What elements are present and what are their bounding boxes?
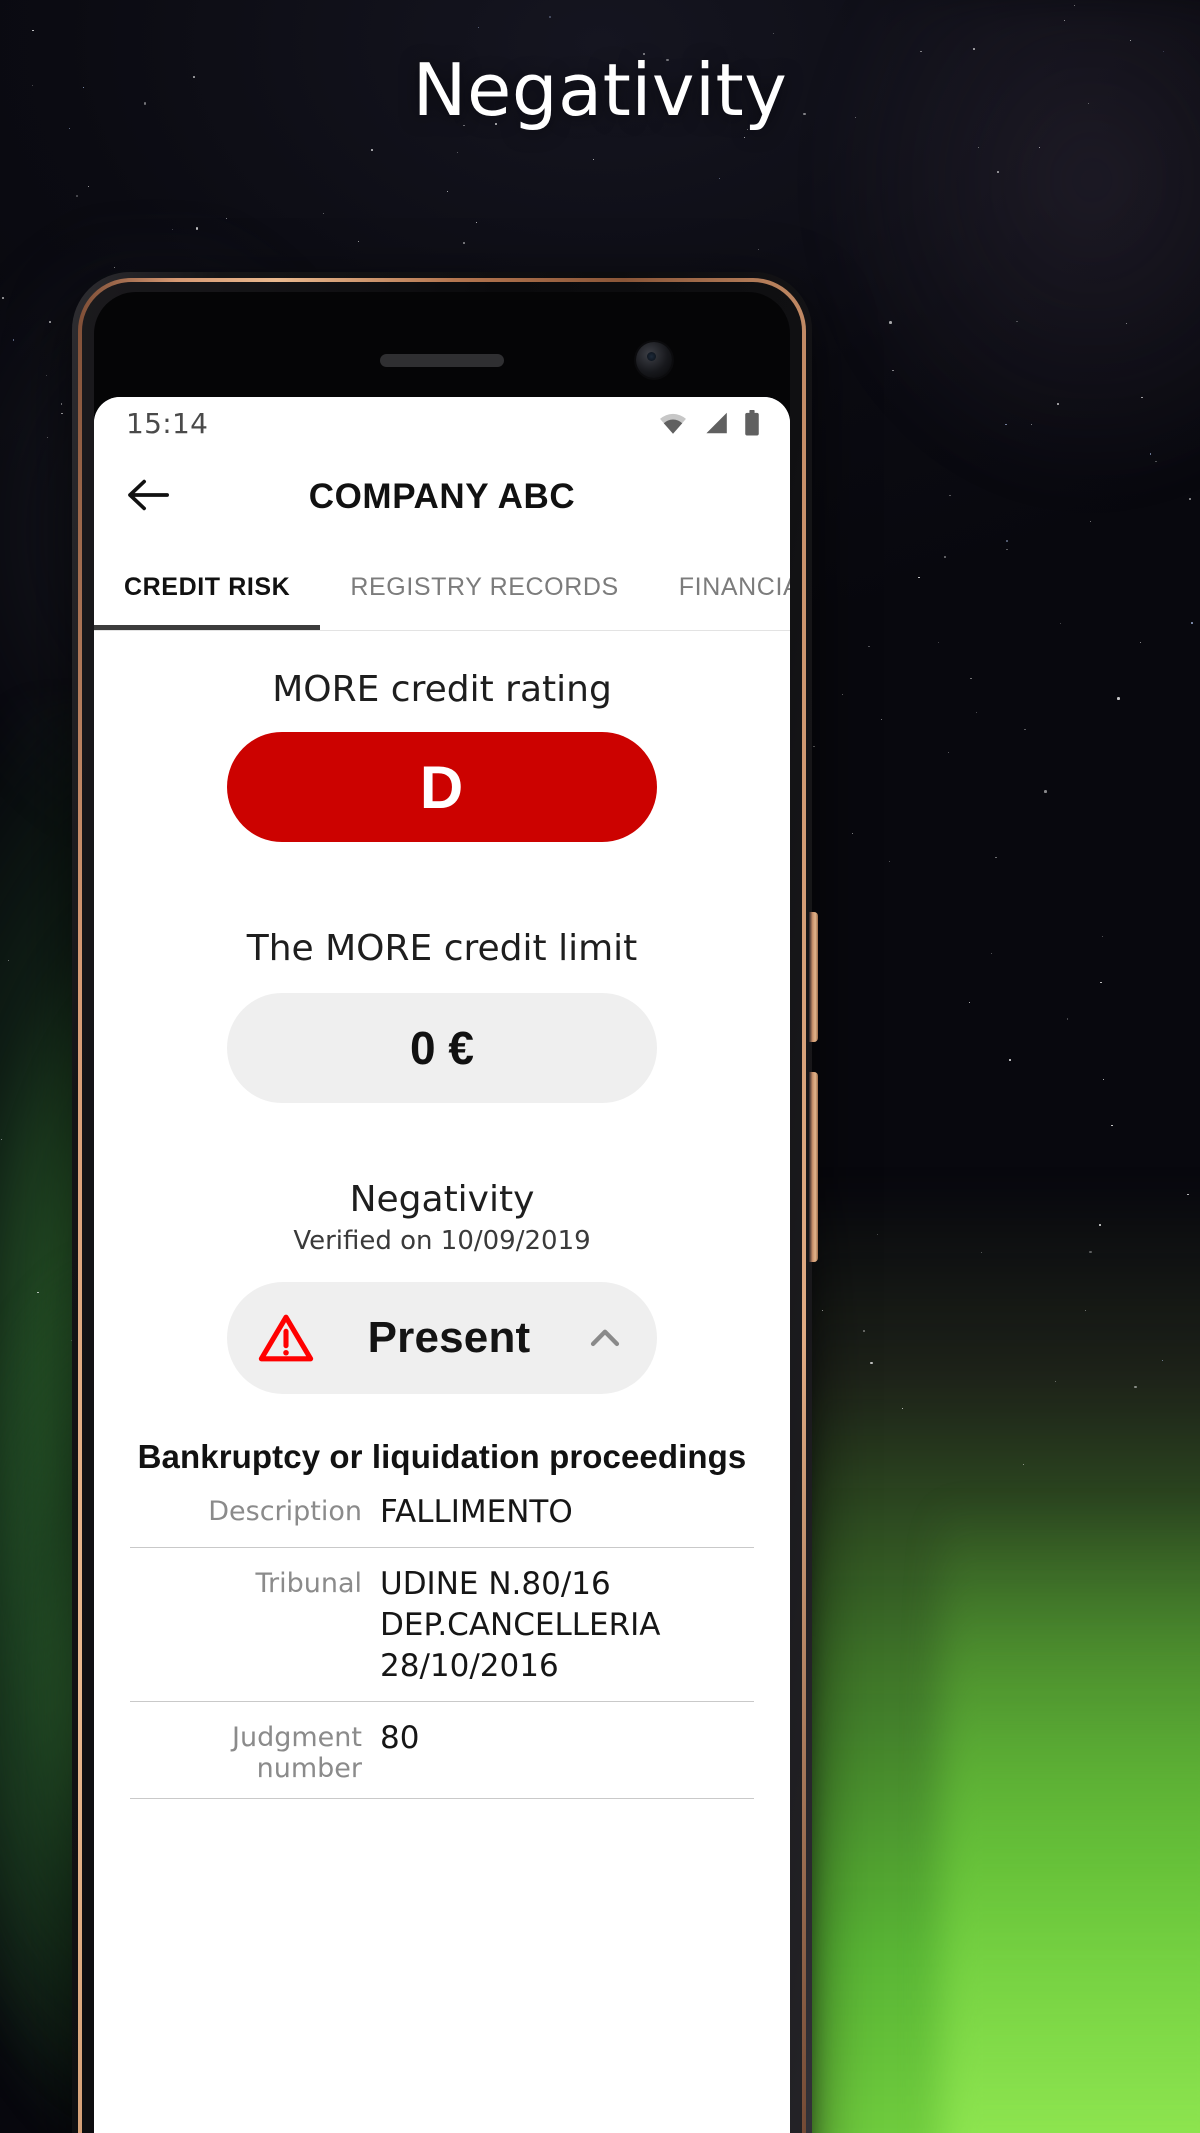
- negativity-section-title: Negativity: [349, 1179, 535, 1220]
- page-title-company: COMPANY ABC: [308, 477, 576, 516]
- tab-credit-risk[interactable]: CREDIT RISK: [94, 545, 321, 630]
- credit-rating-label: MORE credit rating: [272, 669, 612, 710]
- earpiece-speaker: [380, 354, 504, 367]
- negativity-status-toggle[interactable]: Present: [227, 1282, 657, 1394]
- power-button[interactable]: [809, 1072, 818, 1262]
- negativity-verified-date: Verified on 10/09/2019: [293, 1226, 591, 1256]
- volume-button[interactable]: [809, 912, 818, 1042]
- detail-value-description: FALLIMENTO: [380, 1492, 754, 1533]
- detail-row-description: Description FALLIMENTO: [130, 1476, 754, 1548]
- negativity-status-value: Present: [367, 1313, 531, 1362]
- back-button[interactable]: [120, 469, 176, 525]
- cellular-signal-icon: [702, 411, 730, 435]
- wifi-icon: [658, 411, 688, 435]
- detail-key-description: Description: [208, 1496, 362, 1527]
- phone-screen: 15:14 COMPANY ABC CREDIT RISK REGISTRY R…: [94, 292, 790, 2133]
- detail-row-judgment-number: Judgment number 80: [130, 1702, 754, 1799]
- credit-limit-label: The MORE credit limit: [246, 928, 638, 969]
- credit-limit-badge: 0 €: [227, 993, 657, 1103]
- detail-row-tribunal: Tribunal UDINE N.80/16 DEP.CANCELLERIA 2…: [130, 1548, 754, 1702]
- detail-value-tribunal: UDINE N.80/16 DEP.CANCELLERIA 28/10/2016: [380, 1564, 754, 1687]
- detail-value-line: FALLIMENTO: [380, 1494, 573, 1530]
- detail-value-line: 80: [380, 1719, 420, 1756]
- tab-bar: CREDIT RISK REGISTRY RECORDS FINANCIAL S…: [94, 545, 790, 631]
- page-title: Negativity: [412, 48, 788, 132]
- tab-content-credit-risk: MORE credit rating D The MORE credit lim…: [94, 631, 790, 1799]
- status-bar: 15:14: [94, 397, 790, 449]
- arrow-left-icon: [125, 475, 171, 520]
- credit-limit-value: 0 €: [410, 1022, 474, 1074]
- detail-value-line: UDINE N.80/16: [380, 1565, 611, 1602]
- detail-key-judgment-number: Judgment number: [232, 1721, 362, 1784]
- phone-mockup: 15:14 COMPANY ABC CREDIT RISK REGISTRY R…: [72, 272, 818, 2133]
- status-bar-clock: 15:14: [126, 406, 209, 440]
- app-toolbar: COMPANY ABC: [94, 449, 790, 545]
- tab-financial-statements[interactable]: FINANCIAL STA: [649, 545, 790, 630]
- detail-key-tribunal: Tribunal: [255, 1567, 362, 1599]
- detail-value-line: DEP.CANCELLERIA 28/10/2016: [380, 1606, 661, 1684]
- negativity-details: Bankruptcy or liquidation proceedings De…: [94, 1438, 790, 1799]
- screenshot-stage: Negativity 15:14 COMPANY ABC CREDIT RISK…: [0, 0, 1200, 2133]
- front-camera: [636, 342, 672, 378]
- status-bar-icons: [658, 410, 760, 436]
- details-heading: Bankruptcy or liquidation proceedings: [137, 1438, 747, 1475]
- credit-rating-value: D: [419, 753, 465, 821]
- warning-triangle-icon: [257, 1309, 315, 1367]
- battery-icon: [744, 410, 760, 436]
- credit-rating-badge: D: [227, 732, 657, 842]
- app-window: 15:14 COMPANY ABC CREDIT RISK REGISTRY R…: [94, 397, 790, 2133]
- detail-value-judgment-number: 80: [380, 1718, 754, 1759]
- chevron-up-icon[interactable]: [583, 1316, 627, 1360]
- tab-registry-records[interactable]: REGISTRY RECORDS: [320, 545, 648, 630]
